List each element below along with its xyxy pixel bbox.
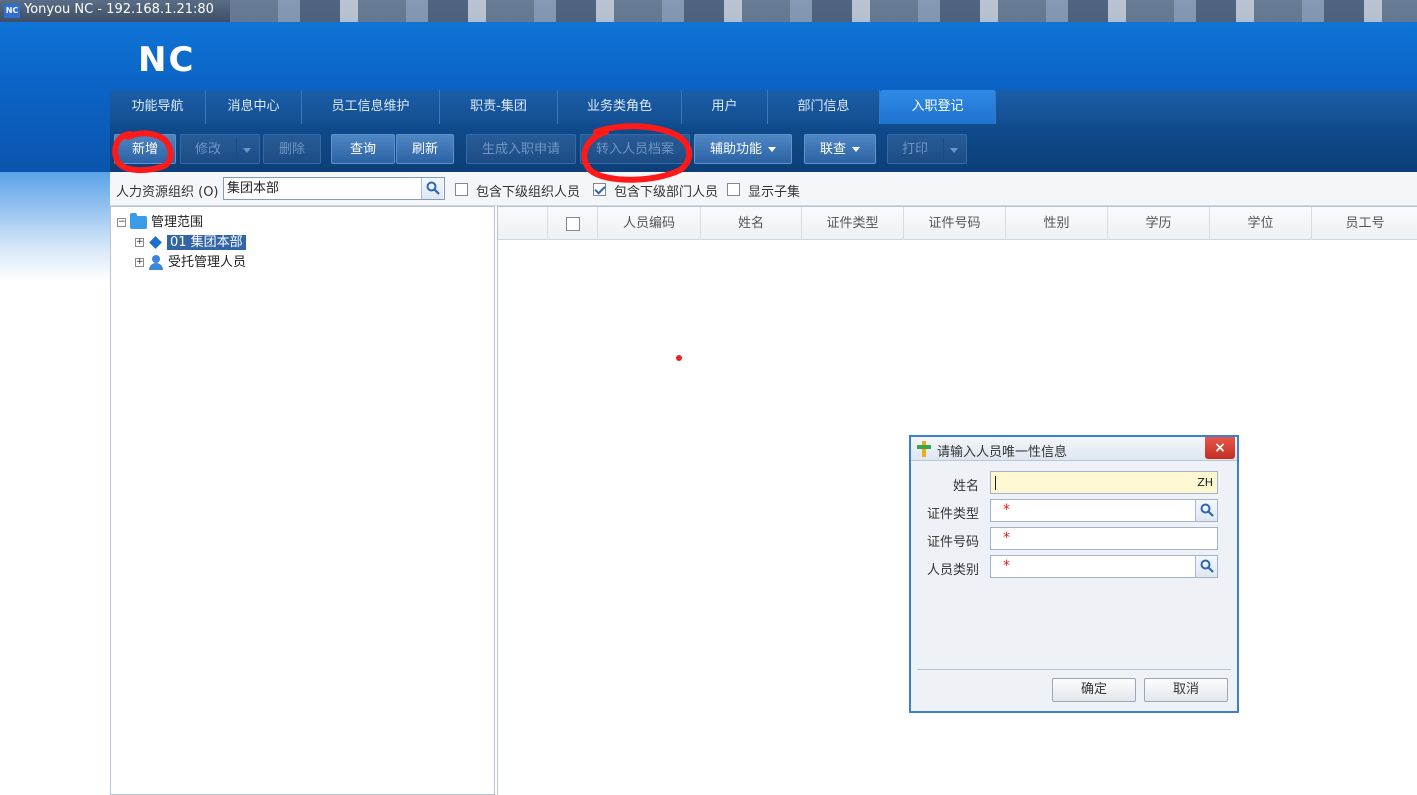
window-title: Yonyou NC - 192.168.1.21:80: [24, 2, 214, 17]
search-icon[interactable]: [421, 178, 443, 199]
expand-icon[interactable]: +: [135, 238, 144, 247]
expand-icon[interactable]: +: [135, 258, 144, 267]
taskbar-strip: [230, 0, 1417, 22]
ok-button[interactable]: 确定: [1052, 678, 1136, 702]
edit-button[interactable]: 修改: [180, 134, 260, 164]
tree-item-label: 受托管理人员: [168, 255, 247, 270]
person-category-label: 人员类别: [926, 563, 979, 578]
grid-header-select: [548, 207, 598, 240]
edit-button-label: 修改: [194, 142, 221, 157]
query-button[interactable]: 查询: [331, 134, 395, 164]
col-name[interactable]: 姓名: [701, 207, 802, 240]
app-icon: NC: [4, 4, 20, 18]
print-button[interactable]: 打印: [887, 134, 967, 164]
show-subset-checkbox[interactable]: [727, 183, 740, 196]
chevron-down-icon[interactable]: [950, 148, 958, 153]
col-person-code[interactable]: 人员编码: [598, 207, 701, 240]
dialog-title: 请输入人员唯一性信息: [937, 445, 1068, 460]
tree-item-entrusted[interactable]: + 受托管理人员: [135, 253, 246, 273]
org-tree-pane: − 管理范围 +01 集团本部 + 受托管理人员: [110, 206, 495, 795]
include-sub-dept-label: 包含下级部门人员: [614, 185, 719, 200]
chevron-down-icon[interactable]: [243, 148, 251, 153]
show-subset-label: 显示子集: [748, 185, 801, 200]
required-mark: *: [1003, 502, 1010, 518]
col-employee-no[interactable]: 员工号: [1312, 207, 1417, 240]
tree-root[interactable]: − 管理范围: [117, 213, 203, 233]
nc-logo: NC: [138, 40, 196, 80]
tab-user[interactable]: 用户: [682, 90, 768, 124]
tab-message-center[interactable]: 消息中心: [206, 90, 302, 124]
include-sub-org-label: 包含下级组织人员: [476, 185, 581, 200]
linked-query-label: 联查: [819, 142, 846, 157]
assist-button-label: 辅助功能: [709, 142, 762, 157]
tab-function-nav[interactable]: 功能导航: [110, 90, 206, 124]
name-field-value: ZH: [1197, 476, 1213, 489]
person-category-field[interactable]: *: [990, 555, 1218, 578]
tree-item-label: 01 集团本部: [167, 235, 246, 250]
search-icon[interactable]: [1195, 556, 1217, 577]
search-icon[interactable]: [1195, 500, 1217, 521]
tree-root-label: 管理范围: [151, 215, 204, 230]
name-label: 姓名: [952, 479, 979, 494]
tab-duty-group[interactable]: 职责-集团: [440, 90, 558, 124]
collapse-icon[interactable]: −: [117, 218, 126, 227]
col-id-type[interactable]: 证件类型: [802, 207, 904, 240]
person-icon: [148, 254, 164, 271]
col-gender[interactable]: 性别: [1006, 207, 1108, 240]
assist-button[interactable]: 辅助功能: [694, 134, 792, 164]
include-sub-org-checkbox[interactable]: [455, 183, 468, 196]
required-mark: *: [1003, 558, 1010, 574]
app-header: NC 功能导航 消息中心 员工信息维护 职责-集团 业务类角色 用户 部门信息 …: [0, 22, 1417, 172]
red-dot-marker: [676, 355, 682, 361]
cancel-button[interactable]: 取消: [1144, 678, 1228, 702]
print-button-label: 打印: [901, 142, 928, 157]
app-logo-icon: [917, 441, 931, 457]
col-degree[interactable]: 学位: [1210, 207, 1312, 240]
unique-info-dialog: 请输入人员唯一性信息 × 姓名 ZH 证件类型 * 证件号码 * 人员类别 * …: [909, 435, 1239, 713]
tree-item-group-hq[interactable]: +01 集团本部: [135, 233, 246, 253]
id-number-field[interactable]: *: [990, 527, 1218, 550]
org-diamond-icon: [149, 236, 162, 249]
org-input-value: 集团本部: [227, 181, 280, 196]
new-button[interactable]: 新增: [114, 134, 176, 164]
folder-icon: [130, 213, 147, 229]
refresh-button[interactable]: 刷新: [396, 134, 454, 164]
id-type-field[interactable]: *: [990, 499, 1218, 522]
tab-bar: 功能导航 消息中心 员工信息维护 职责-集团 业务类角色 用户 部门信息 入职登…: [110, 90, 1417, 124]
filter-bar: 人力资源组织 (O) 集团本部 包含下级组织人员 包含下级部门人员 显示子集: [110, 172, 1417, 206]
id-number-label: 证件号码: [926, 535, 979, 550]
transfer-archive-button[interactable]: 转入人员档案: [580, 134, 690, 164]
org-input[interactable]: 集团本部: [223, 177, 445, 200]
generate-request-button[interactable]: 生成入职申请: [466, 134, 576, 164]
id-type-label: 证件类型: [926, 507, 979, 522]
toolbar: 新增 修改 删除 查询 刷新 生成入职申请 转入人员档案 辅助功能 联查 打印: [110, 124, 1417, 172]
delete-button[interactable]: 删除: [263, 134, 321, 164]
tab-employee-info[interactable]: 员工信息维护: [302, 90, 440, 124]
col-education[interactable]: 学历: [1108, 207, 1210, 240]
chevron-down-icon: [768, 147, 776, 152]
tab-onboarding[interactable]: 入职登记: [880, 90, 996, 124]
grid-header-blank: [498, 207, 548, 240]
left-gradient-area: [0, 172, 110, 282]
grid-header: 人员编码 姓名 证件类型 证件号码 性别 学历 学位 员工号: [498, 207, 1417, 240]
required-mark: *: [1003, 530, 1010, 546]
text-cursor: [995, 476, 996, 490]
dialog-titlebar: 请输入人员唯一性信息 ×: [911, 437, 1237, 461]
dialog-divider: [917, 669, 1231, 670]
name-field[interactable]: ZH: [990, 471, 1218, 494]
tab-department-info[interactable]: 部门信息: [768, 90, 880, 124]
close-icon[interactable]: ×: [1205, 437, 1235, 459]
tab-business-role[interactable]: 业务类角色: [558, 90, 682, 124]
include-sub-dept-checkbox[interactable]: [593, 183, 606, 196]
col-id-number[interactable]: 证件号码: [904, 207, 1006, 240]
window-titlebar: NC Yonyou NC - 192.168.1.21:80: [0, 0, 1417, 22]
org-label: 人力资源组织 (O): [116, 185, 219, 200]
select-all-checkbox[interactable]: [566, 217, 580, 231]
linked-query-button[interactable]: 联查: [804, 134, 876, 164]
chevron-down-icon: [852, 147, 860, 152]
